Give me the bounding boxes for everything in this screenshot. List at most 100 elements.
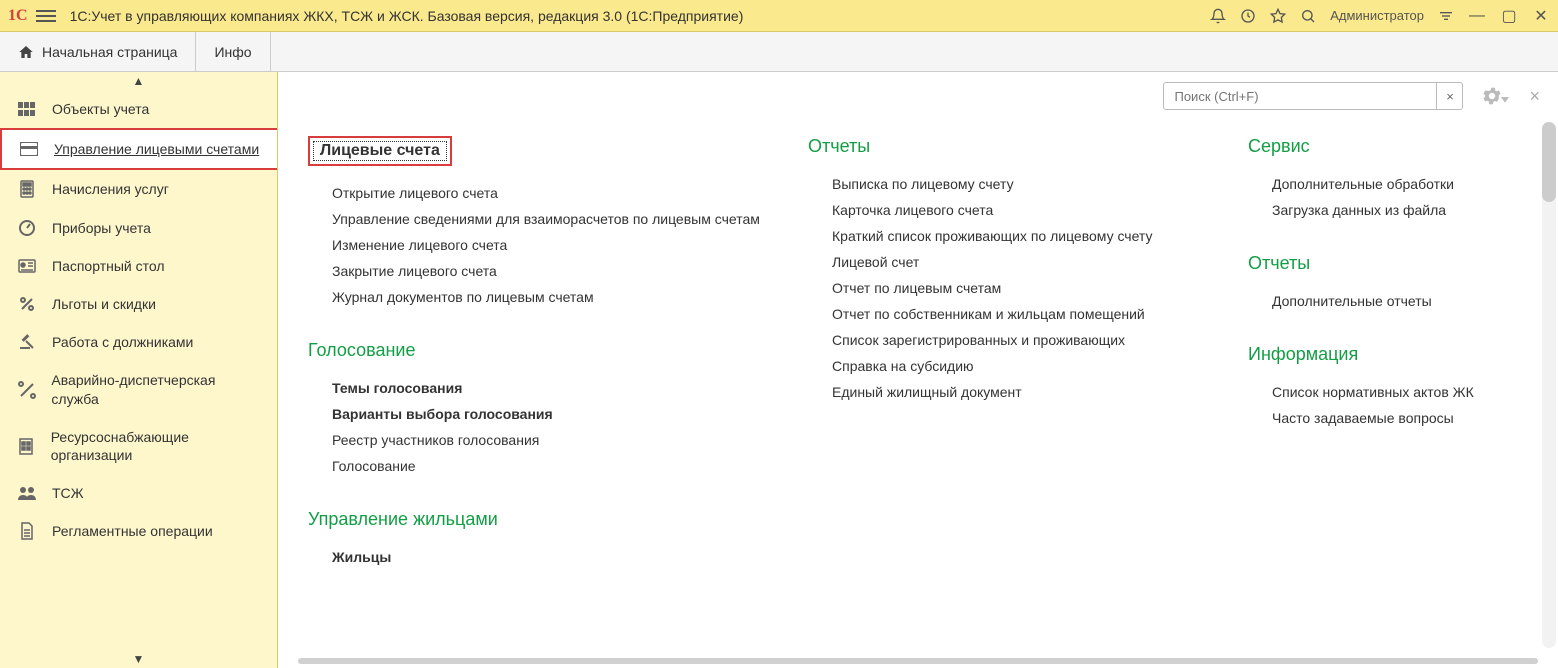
sidebar-scroll-up[interactable]: ▲ bbox=[0, 72, 277, 90]
link-item[interactable]: Открытие лицевого счета bbox=[332, 180, 768, 206]
section-links: Дополнительные обработкиЗагрузка данных … bbox=[1248, 171, 1528, 223]
sidebar-item[interactable]: Ресурсоснабжающие организации bbox=[0, 418, 277, 474]
link-item[interactable]: Выписка по лицевому счету bbox=[832, 171, 1208, 197]
tab-home[interactable]: Начальная страница bbox=[0, 32, 196, 71]
grid-icon bbox=[16, 102, 38, 116]
bell-icon[interactable] bbox=[1210, 8, 1226, 24]
section-title-service: Сервис bbox=[1248, 136, 1528, 157]
window-title: 1С:Учет в управляющих компаниях ЖКХ, ТСЖ… bbox=[66, 8, 1211, 24]
search-clear-button[interactable]: × bbox=[1436, 83, 1462, 109]
sidebar-item[interactable]: Аварийно-диспетчерская служба bbox=[0, 361, 277, 417]
titlebar-actions: Администратор — ▢ ✕ bbox=[1210, 6, 1550, 26]
section-title-reports: Отчеты bbox=[808, 136, 1208, 157]
sidebar-item-label: Работа с должниками bbox=[52, 333, 193, 351]
sidebar-item-label: Объекты учета bbox=[52, 100, 149, 118]
section-links: Жильцы bbox=[308, 544, 768, 570]
sidebar-item[interactable]: Приборы учета bbox=[0, 209, 277, 247]
section-accounts: Лицевые счета Открытие лицевого счетаУпр… bbox=[308, 136, 768, 310]
sidebar-item-label: Регламентные операции bbox=[52, 522, 213, 540]
calculator-icon bbox=[16, 180, 38, 198]
tools-icon bbox=[16, 381, 37, 399]
section-residents: Управление жильцами Жильцы bbox=[308, 509, 768, 570]
sidebar-scroll-down[interactable]: ▼ bbox=[0, 650, 277, 668]
menu-icon[interactable] bbox=[36, 7, 56, 25]
section-title-residents: Управление жильцами bbox=[308, 509, 768, 530]
link-item[interactable]: Закрытие лицевого счета bbox=[332, 258, 768, 284]
scrollbar-horizontal[interactable] bbox=[298, 658, 1538, 664]
sidebar-items: Объекты учета Управление лицевыми счетами… bbox=[0, 90, 277, 650]
user-name[interactable]: Администратор bbox=[1330, 8, 1424, 23]
section-title-info: Информация bbox=[1248, 344, 1528, 365]
link-item[interactable]: Дополнительные отчеты bbox=[1272, 288, 1528, 314]
section-title-reports2: Отчеты bbox=[1248, 253, 1528, 274]
link-item[interactable]: Дополнительные обработки bbox=[1272, 171, 1528, 197]
sidebar-item[interactable]: Регламентные операции bbox=[0, 512, 277, 550]
maximize-button[interactable]: ▢ bbox=[1500, 6, 1518, 26]
link-item[interactable]: Изменение лицевого счета bbox=[332, 232, 768, 258]
column-2: Отчеты Выписка по лицевому счетуКарточка… bbox=[808, 136, 1208, 632]
link-item[interactable]: Загрузка данных из файла bbox=[1272, 197, 1528, 223]
link-item[interactable]: Отчет по собственникам и жильцам помещен… bbox=[832, 301, 1208, 327]
close-button[interactable]: ✕ bbox=[1532, 6, 1550, 26]
section-reports2: Отчеты Дополнительные отчеты bbox=[1248, 253, 1528, 314]
link-item[interactable]: Журнал документов по лицевым счетам bbox=[332, 284, 768, 310]
search-box: × bbox=[1163, 82, 1463, 110]
sidebar-item-label: Начисления услуг bbox=[52, 180, 169, 198]
link-item[interactable]: Реестр участников голосования bbox=[332, 427, 768, 453]
sidebar-item-label: Ресурсоснабжающие организации bbox=[51, 428, 261, 464]
section-links: Список нормативных актов ЖКЧасто задавае… bbox=[1248, 379, 1528, 431]
sidebar-item[interactable]: Паспортный стол bbox=[0, 247, 277, 285]
link-item[interactable]: Краткий список проживающих по лицевому с… bbox=[832, 223, 1208, 249]
titlebar: 1C 1С:Учет в управляющих компаниях ЖКХ, … bbox=[0, 0, 1558, 32]
sidebar-item-label: Аварийно-диспетчерская служба bbox=[51, 371, 261, 407]
sidebar-item-label: Управление лицевыми счетами bbox=[54, 140, 259, 158]
link-item[interactable]: Варианты выбора голосования bbox=[332, 401, 768, 427]
sidebar-item[interactable]: ТСЖ bbox=[0, 474, 277, 512]
star-icon[interactable] bbox=[1270, 8, 1286, 24]
link-item[interactable]: Список зарегистрированных и проживающих bbox=[832, 327, 1208, 353]
minimize-button[interactable]: — bbox=[1468, 7, 1486, 25]
sidebar-item-label: ТСЖ bbox=[52, 484, 84, 502]
section-voting: Голосование Темы голосованияВарианты выб… bbox=[308, 340, 768, 479]
sidebar-item[interactable]: Работа с должниками bbox=[0, 323, 277, 361]
sidebar-item[interactable]: Льготы и скидки bbox=[0, 285, 277, 323]
scrollbar-vertical[interactable] bbox=[1542, 122, 1556, 648]
document-icon bbox=[16, 522, 38, 540]
settings-bars-icon[interactable] bbox=[1438, 8, 1454, 24]
link-item[interactable]: Отчет по лицевым счетам bbox=[832, 275, 1208, 301]
link-item[interactable]: Карточка лицевого счета bbox=[832, 197, 1208, 223]
main-area: ▲ Объекты учета Управление лицевыми счета… bbox=[0, 72, 1558, 668]
link-item[interactable]: Жильцы bbox=[332, 544, 768, 570]
link-item[interactable]: Часто задаваемые вопросы bbox=[1272, 405, 1528, 431]
close-panel-button[interactable]: × bbox=[1529, 86, 1540, 107]
sidebar-item-label: Приборы учета bbox=[52, 219, 151, 237]
search-icon[interactable] bbox=[1300, 8, 1316, 24]
sidebar-item-label: Паспортный стол bbox=[52, 257, 165, 275]
sidebar-item[interactable]: Управление лицевыми счетами bbox=[0, 128, 277, 170]
section-links: Открытие лицевого счетаУправление сведен… bbox=[308, 180, 768, 310]
sidebar-item[interactable]: Объекты учета bbox=[0, 90, 277, 128]
link-item[interactable]: Лицевой счет bbox=[832, 249, 1208, 275]
gear-icon[interactable] bbox=[1481, 85, 1509, 107]
link-item[interactable]: Список нормативных актов ЖК bbox=[1272, 379, 1528, 405]
link-item[interactable]: Темы голосования bbox=[332, 375, 768, 401]
link-item[interactable]: Справка на субсидию bbox=[832, 353, 1208, 379]
search-input[interactable] bbox=[1164, 89, 1436, 104]
tabs-bar: Начальная страница Инфо bbox=[0, 32, 1558, 72]
tab-info[interactable]: Инфо bbox=[196, 32, 270, 71]
history-icon[interactable] bbox=[1240, 8, 1256, 24]
scrollbar-thumb[interactable] bbox=[1542, 122, 1556, 202]
sidebar-item[interactable]: Начисления услуг bbox=[0, 170, 277, 208]
section-title-accounts[interactable]: Лицевые счета bbox=[308, 136, 452, 166]
link-item[interactable]: Голосование bbox=[332, 453, 768, 479]
section-reports: Отчеты Выписка по лицевому счетуКарточка… bbox=[808, 136, 1208, 405]
tab-label: Начальная страница bbox=[42, 44, 177, 60]
section-links: Темы голосованияВарианты выбора голосова… bbox=[308, 375, 768, 479]
section-service: Сервис Дополнительные обработкиЗагрузка … bbox=[1248, 136, 1528, 223]
percent-icon bbox=[16, 296, 38, 312]
link-item[interactable]: Единый жилищный документ bbox=[832, 379, 1208, 405]
section-info: Информация Список нормативных актов ЖКЧа… bbox=[1248, 344, 1528, 431]
content-panel: × × Лицевые счета Открытие лицевого счет… bbox=[278, 72, 1558, 668]
sidebar-item-label: Льготы и скидки bbox=[52, 295, 156, 313]
link-item[interactable]: Управление сведениями для взаиморасчетов… bbox=[332, 206, 768, 232]
